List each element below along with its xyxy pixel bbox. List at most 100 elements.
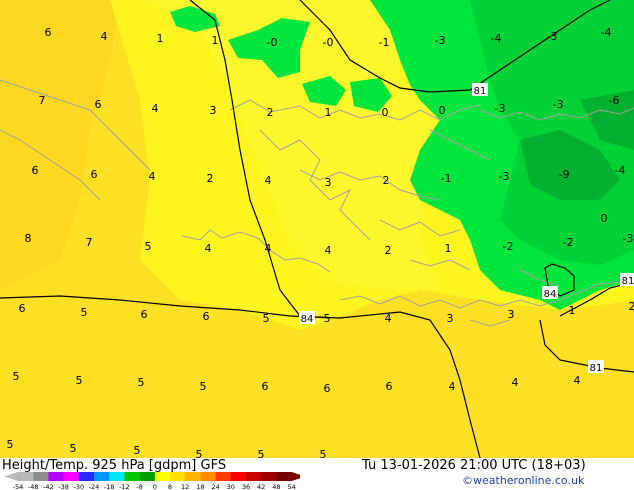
temperature-label: -3 [623, 232, 634, 245]
scale-swatch [230, 472, 247, 481]
temperature-label: 0 [601, 212, 608, 225]
scale-tick-label: -38 [58, 483, 69, 490]
scale-swatch [33, 472, 49, 481]
temperature-label: 0 [439, 104, 446, 117]
scale-tick-label: 24 [211, 483, 219, 490]
scale-left-arrow [4, 472, 18, 481]
temperature-label: 4 [574, 374, 581, 387]
temperature-label: 5 [145, 240, 152, 253]
scale-swatch [276, 472, 292, 481]
temperature-label: -9 [559, 168, 570, 181]
temperature-label: 5 [134, 444, 141, 457]
temperature-label: 7 [39, 94, 46, 107]
scale-swatch [139, 472, 156, 481]
temperature-label: 6 [324, 382, 331, 395]
temperature-label: 2 [385, 244, 392, 257]
scale-swatch [124, 472, 140, 481]
temperature-label: 6 [203, 310, 210, 323]
scale-right-arrow [291, 472, 300, 481]
temperature-label: 5 [76, 374, 83, 387]
temperature-label: 2 [267, 106, 274, 119]
temperature-label: 6 [19, 302, 26, 315]
scale-swatch [154, 472, 171, 481]
svg-text:84: 84 [544, 289, 557, 300]
temperature-label: 6 [32, 164, 39, 177]
scale-tick-label: 12 [181, 483, 189, 490]
temperature-label: 1 [569, 304, 576, 317]
scale-tick-label: 54 [287, 483, 295, 490]
color-scale: -54 -48 -42 -38 -30 -24 -18 -12 -8 0 8 12 18 24 30 36 42… [4, 472, 300, 490]
temperature-label: 3 [210, 104, 217, 117]
temperature-label: -2 [503, 240, 514, 253]
temperature-label: -1 [379, 36, 390, 49]
footer: Height/Temp. 925 hPa [gdpm] GFS Tu 13-01… [0, 458, 634, 490]
temperature-label: -1 [441, 172, 452, 185]
scale-swatch [94, 472, 110, 481]
temperature-label: -3 [495, 102, 506, 115]
temperature-label: -4 [615, 164, 626, 177]
scale-tick-label: 18 [196, 483, 204, 490]
scale-tick-label: -48 [28, 483, 39, 490]
temperature-label: 6 [95, 98, 102, 111]
contour-label: 81 [472, 83, 488, 97]
temperature-label: 2 [629, 300, 634, 313]
scale-tick-label: 48 [272, 483, 280, 490]
contour-label: 81 [588, 360, 604, 374]
temperature-label: 1 [157, 32, 164, 45]
scale-swatch [63, 472, 80, 481]
scale-tick-label: -12 [119, 483, 130, 490]
svg-text:81: 81 [474, 86, 487, 97]
temperature-label: 4 [265, 242, 272, 255]
scale-tick-label: 42 [257, 483, 265, 490]
map-title: Height/Temp. 925 hPa [gdpm] GFS [2, 458, 227, 473]
temperature-label: 6 [91, 168, 98, 181]
scale-tick-label: 0 [153, 483, 157, 490]
temperature-label: 6 [386, 380, 393, 393]
temperature-label: -3 [553, 98, 564, 111]
scale-tick-label: -18 [104, 483, 115, 490]
scale-tick-label: -30 [73, 483, 84, 490]
scale-swatch [185, 472, 201, 481]
temperature-label: 5 [138, 376, 145, 389]
svg-text:81: 81 [590, 363, 603, 374]
scale-swatch [109, 472, 125, 481]
scale-tick-label: -24 [89, 483, 100, 490]
scale-swatch [246, 472, 262, 481]
credit-link[interactable]: ©weatheronline.co.uk [462, 474, 584, 487]
temperature-label: 5 [324, 312, 331, 325]
temperature-label: -3 [547, 30, 558, 43]
temperature-label: 4 [149, 170, 156, 183]
scale-swatch [48, 472, 64, 481]
temperature-label: -3 [499, 170, 510, 183]
temperature-label: 6 [45, 26, 52, 39]
temperature-label: 3 [325, 176, 332, 189]
temperature-label: 3 [508, 308, 515, 321]
temperature-label: 5 [70, 442, 77, 455]
scale-swatch [200, 472, 216, 481]
contour-label: 84 [542, 286, 558, 300]
temperature-label: 5 [320, 448, 327, 458]
temperature-label: 6 [262, 380, 269, 393]
scale-tick-label: -42 [43, 483, 54, 490]
temperature-label: 5 [263, 312, 270, 325]
temperature-label: 5 [258, 448, 265, 458]
scale-tick-label: 8 [168, 483, 172, 490]
scale-tick-label: 36 [242, 483, 250, 490]
temperature-label: 4 [152, 102, 159, 115]
temperature-label: 1 [325, 106, 332, 119]
contour-label: 81 [620, 273, 634, 287]
scale-swatch [78, 472, 95, 481]
temperature-label: 1 [445, 242, 452, 255]
scale-tick-label: -8 [136, 483, 142, 490]
scale-swatch [18, 472, 34, 481]
scale-swatch [261, 472, 277, 481]
temperature-label: 0 [382, 106, 389, 119]
temperature-label: -3 [435, 34, 446, 47]
temperature-label: 2 [383, 174, 390, 187]
temperature-label: -2 [563, 236, 574, 249]
temperature-label: -0 [267, 36, 278, 49]
temperature-label: -4 [491, 32, 502, 45]
temperature-label: 4 [325, 244, 332, 257]
temperature-label: 4 [512, 376, 519, 389]
valid-time: Tu 13-01-2026 21:00 UTC (18+03) [362, 458, 586, 473]
